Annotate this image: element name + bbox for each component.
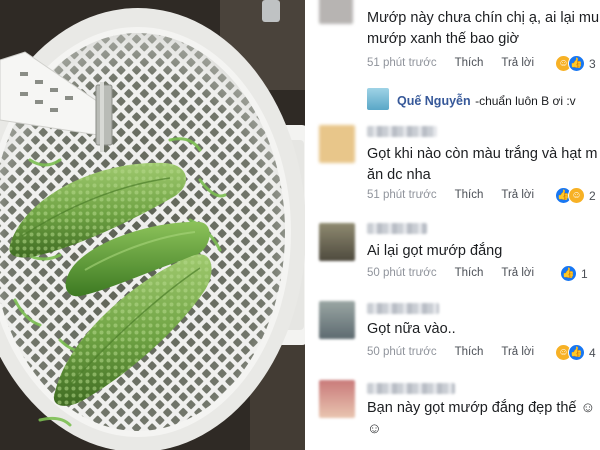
comments-panel: Mướp này chưa chín chị ạ, ai lại mu mướp… [305, 0, 600, 450]
reply-link[interactable]: Trả lời [501, 189, 534, 201]
like-link[interactable]: Thích [455, 57, 484, 69]
comment-text-line: mướp xanh thế bao giờ [367, 31, 520, 47]
timestamp: 51 phút trước [367, 57, 437, 69]
blurred-author-name[interactable] [367, 303, 439, 314]
comment-text-line: ăn dc nha [367, 167, 431, 183]
avatar[interactable] [319, 0, 353, 24]
avatar[interactable] [319, 125, 355, 163]
reaction-count: 1 [581, 266, 588, 281]
comment-text-line: Ai lại gọt mướp đắng [367, 243, 503, 259]
comment-text-line: Gọt nữa vào.. [367, 321, 456, 337]
like-link[interactable]: Thích [455, 346, 484, 358]
comment-meta: 51 phút trước Thích Trả lời [367, 189, 549, 201]
comment-meta: 50 phút trước Thích Trả lời [367, 267, 549, 279]
comment-meta: 50 phút trước Thích Trả lời [367, 346, 549, 358]
reply-link[interactable]: Trả lời [501, 346, 534, 358]
blurred-author-name[interactable] [367, 126, 437, 137]
post-photo [0, 0, 305, 450]
avatar[interactable] [319, 301, 355, 339]
timestamp: 50 phút trước [367, 267, 437, 279]
reply-text: -chuẩn luôn B ơi :v [475, 94, 576, 108]
blurred-author-name[interactable] [367, 383, 455, 394]
blurred-author-name[interactable] [367, 223, 427, 234]
avatar[interactable] [319, 380, 355, 418]
comment-text-line: ☺ [367, 421, 382, 437]
comment-text-line: Gọt khi nào còn màu trắng và hạt m [367, 146, 598, 162]
timestamp: 50 phút trước [367, 346, 437, 358]
reaction-count: 2 [589, 188, 596, 203]
laughing-emoji-icon: ☺ [568, 187, 585, 204]
comment-meta: 51 phút trước Thích Trả lời [367, 57, 549, 69]
reply-author-name[interactable]: Quế Nguyễn [397, 94, 471, 108]
reaction-count: 4 [589, 345, 596, 360]
avatar[interactable] [367, 88, 389, 110]
bitter-melon-photo [0, 0, 305, 450]
comment-text-line: Mướp này chưa chín chị ạ, ai lại mu [367, 10, 600, 26]
reaction-count: 3 [589, 56, 596, 71]
reaction-summary[interactable]: 👍 ☺ 2 [555, 187, 596, 204]
reply-link[interactable]: Trả lời [501, 57, 534, 69]
like-link[interactable]: Thích [455, 189, 484, 201]
avatar[interactable] [319, 223, 355, 261]
timestamp: 51 phút trước [367, 189, 437, 201]
reaction-summary[interactable]: ☺ 👍 3 [555, 55, 596, 72]
comment-text-line: Bạn này gọt mướp đắng đẹp thế ☺ [367, 400, 596, 416]
thumbs-up-icon: 👍 [568, 55, 585, 72]
like-link[interactable]: Thích [455, 267, 484, 279]
reply-link[interactable]: Trả lời [501, 267, 534, 279]
reaction-summary[interactable]: 👍 1 [560, 265, 588, 282]
thumbs-up-icon: 👍 [560, 265, 577, 282]
reaction-summary[interactable]: ☺ 👍 4 [555, 344, 596, 361]
thumbs-up-icon: 👍 [568, 344, 585, 361]
